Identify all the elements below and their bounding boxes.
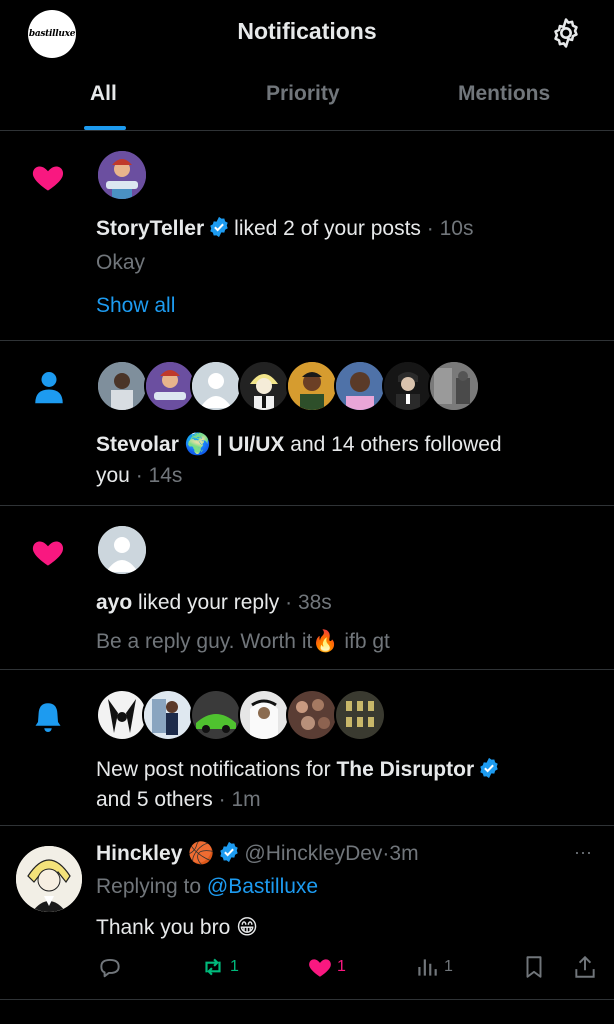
views-count: 1 [444, 958, 453, 975]
fire-emoji: 🔥 [312, 630, 339, 653]
page-title: Notifications [237, 18, 377, 44]
bookmark-icon[interactable] [521, 954, 547, 980]
avatar[interactable] [96, 689, 148, 741]
notification-text-line2: and 5 others [96, 788, 213, 811]
tab-priority[interactable]: Priority [266, 82, 340, 106]
retweet-button[interactable]: 1 [200, 954, 239, 980]
show-all-link[interactable]: Show all [96, 294, 175, 318]
bell-icon [35, 703, 61, 732]
post-snippet-suffix: ifb gt [344, 630, 390, 653]
notification-like[interactable]: ayo liked your reply · 38s Be a reply gu… [0, 506, 614, 670]
verified-icon [210, 216, 228, 238]
person-icon [35, 372, 63, 404]
timestamp: 38s [297, 591, 332, 614]
notification-text: liked 2 of your posts [234, 217, 421, 240]
active-tab-indicator [84, 126, 126, 130]
avatar[interactable] [428, 360, 480, 412]
avatar[interactable] [96, 149, 148, 201]
like-icon [309, 959, 331, 977]
avatar[interactable] [96, 360, 148, 412]
avatar[interactable] [144, 360, 196, 412]
tab-all[interactable]: All [90, 82, 117, 106]
retweet-count: 1 [230, 958, 239, 975]
like-count: 1 [337, 958, 346, 975]
replying-to-handle[interactable]: @Bastilluxe [207, 875, 318, 898]
post-snippet: Okay [96, 251, 146, 274]
notification-text: liked your reply [138, 591, 280, 614]
avatar[interactable] [286, 360, 338, 412]
post-text: Thank you bro [96, 916, 231, 939]
avatar[interactable] [334, 360, 386, 412]
timestamp: 1m [231, 788, 261, 811]
author-avatar[interactable] [14, 844, 84, 914]
actor-name[interactable]: Stevolar [96, 433, 179, 456]
author-handle[interactable]: @HinckleyDev [244, 842, 382, 865]
separator-dot: · [285, 591, 293, 614]
notification-like[interactable]: StoryTeller liked 2 of your posts · 10s O… [0, 131, 614, 341]
actor-name-suffix: | UI/UX [216, 433, 285, 456]
divider [0, 999, 614, 1000]
share-icon[interactable] [572, 954, 598, 980]
tab-bar: All Priority Mentions [0, 64, 614, 131]
reply-icon [100, 958, 120, 978]
separator-dot: · [218, 788, 226, 811]
timestamp: 10s [439, 217, 474, 240]
avatar[interactable] [382, 360, 434, 412]
actor-name[interactable]: ayo [96, 591, 132, 614]
avatar[interactable] [334, 689, 386, 741]
avatar[interactable] [142, 689, 194, 741]
actor-name[interactable]: The Disruptor [336, 758, 474, 781]
globe-emoji: 🌍 [184, 433, 211, 456]
separator-dot: · [426, 217, 434, 240]
notification-follow[interactable]: Stevolar 🌍 | UI/UX and 14 others followe… [0, 341, 614, 506]
actor-name[interactable]: StoryTeller [96, 217, 204, 240]
verified-icon [220, 841, 239, 863]
heart-icon [32, 166, 64, 191]
views-button[interactable]: 1 [414, 954, 453, 980]
avatar[interactable] [286, 689, 338, 741]
replying-to-label: Replying to [96, 875, 202, 898]
reply-button[interactable] [97, 954, 127, 980]
notification-text: New post notifications for [96, 758, 331, 781]
author-name[interactable]: Hinckley [96, 842, 182, 865]
views-icon [418, 959, 437, 976]
avatar[interactable] [96, 524, 148, 576]
more-options-icon[interactable]: ··· [574, 842, 592, 863]
notification-text-line2: you [96, 464, 130, 487]
tab-mentions[interactable]: Mentions [458, 82, 550, 106]
post-snippet: Be a reply guy. Worth it🔥 ifb gt [96, 630, 390, 654]
gear-icon[interactable] [549, 16, 583, 50]
notification-new-posts[interactable]: New post notifications for The Disruptor… [0, 670, 614, 826]
separator-dot: · [135, 464, 143, 487]
heart-icon [32, 541, 64, 566]
top-bar: bastilluxe Notifications [0, 0, 614, 64]
verified-icon [480, 757, 498, 779]
basketball-emoji: 🏀 [188, 842, 215, 865]
like-button[interactable]: 1 [307, 954, 346, 980]
notification-text: and 14 others followed [290, 433, 502, 456]
avatar[interactable] [190, 360, 242, 412]
avatar[interactable] [238, 689, 290, 741]
timestamp: 3m [389, 842, 419, 865]
avatar[interactable] [190, 689, 242, 741]
timestamp: 14s [148, 464, 183, 487]
retweet-icon [205, 958, 221, 976]
grinning-emoji: 😁 [236, 916, 258, 939]
post-snippet-text: Be a reply guy. Worth it [96, 630, 313, 653]
avatar[interactable] [238, 360, 290, 412]
